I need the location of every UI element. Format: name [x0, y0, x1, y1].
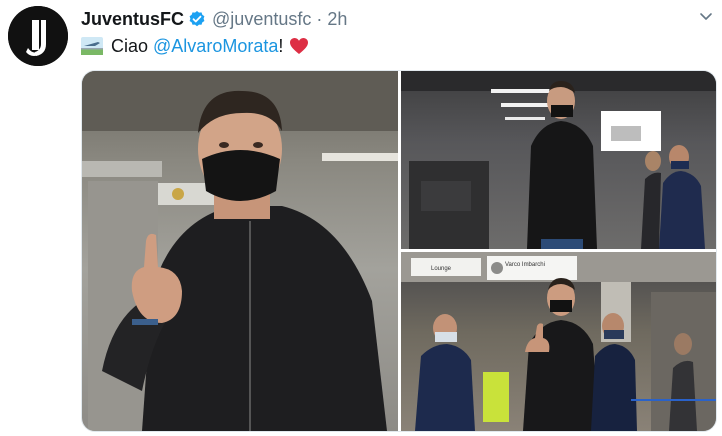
photo-1[interactable]	[82, 71, 398, 431]
header-separator: ·	[316, 8, 323, 29]
red-heart-emoji-icon	[289, 37, 309, 55]
author-name[interactable]: JuventusFC	[81, 9, 184, 30]
tweet-text: Ciao @AlvaroMorata !	[81, 34, 309, 58]
photo-3[interactable]: Varco Imbarchi Lounge	[401, 252, 716, 431]
tweet-header: JuventusFC @juventusfc · 2h	[81, 7, 347, 31]
tweet-timestamp[interactable]: 2h	[327, 9, 347, 30]
player-with-security-illustration: Varco Imbarchi Lounge	[401, 252, 716, 431]
player-walking-illustration	[401, 71, 716, 249]
airport-scene-emoji-icon	[81, 37, 103, 55]
verified-badge-icon	[188, 10, 206, 28]
juventus-logo-icon	[8, 6, 68, 66]
sign-lounge: Lounge	[431, 266, 452, 272]
photo-2[interactable]	[401, 71, 716, 249]
player-closeup-illustration	[82, 71, 398, 431]
mention-link[interactable]: @AlvaroMorata	[153, 36, 278, 57]
tweet-media-grid: Varco Imbarchi Lounge	[81, 70, 717, 432]
chevron-down-icon[interactable]	[698, 8, 714, 24]
tweet-text-suffix: !	[278, 35, 284, 56]
sign-varco: Varco Imbarchi	[505, 262, 545, 268]
juventus-avatar[interactable]	[8, 6, 68, 66]
author-handle[interactable]: @juventusfc	[212, 9, 311, 30]
tweet-text-prefix: Ciao	[111, 35, 154, 56]
